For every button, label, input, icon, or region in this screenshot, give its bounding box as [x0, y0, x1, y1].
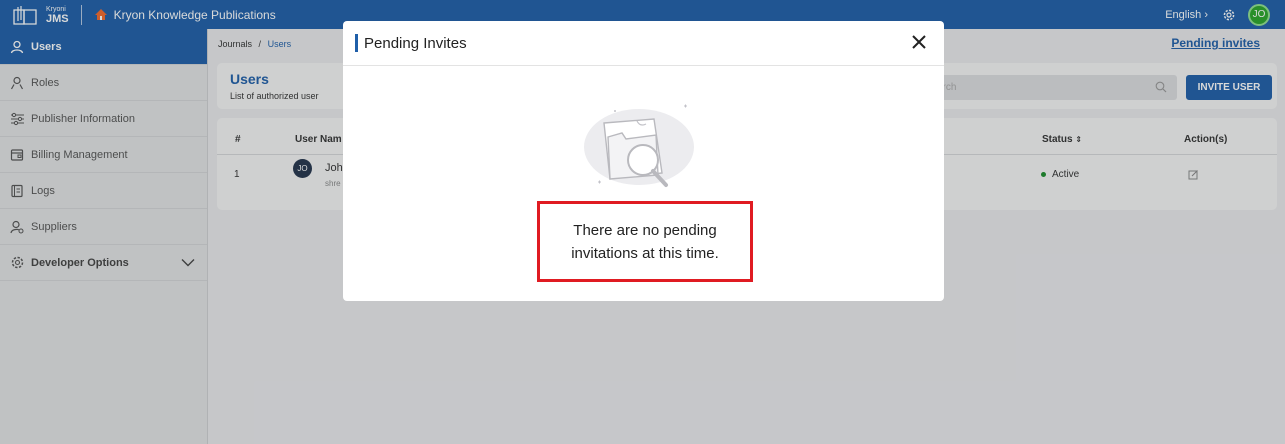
empty-state-text: There are no pending invitations at this… [571, 221, 719, 262]
pending-invites-modal: Pending Invites There are no pending inv… [343, 21, 944, 301]
empty-state-message: There are no pending invitations at this… [537, 201, 753, 282]
modal-header: Pending Invites [343, 21, 944, 66]
close-icon[interactable] [910, 33, 928, 51]
modal-title: Pending Invites [364, 35, 467, 52]
title-accent-bar [355, 34, 358, 52]
empty-folder-search-illustration [584, 104, 694, 187]
